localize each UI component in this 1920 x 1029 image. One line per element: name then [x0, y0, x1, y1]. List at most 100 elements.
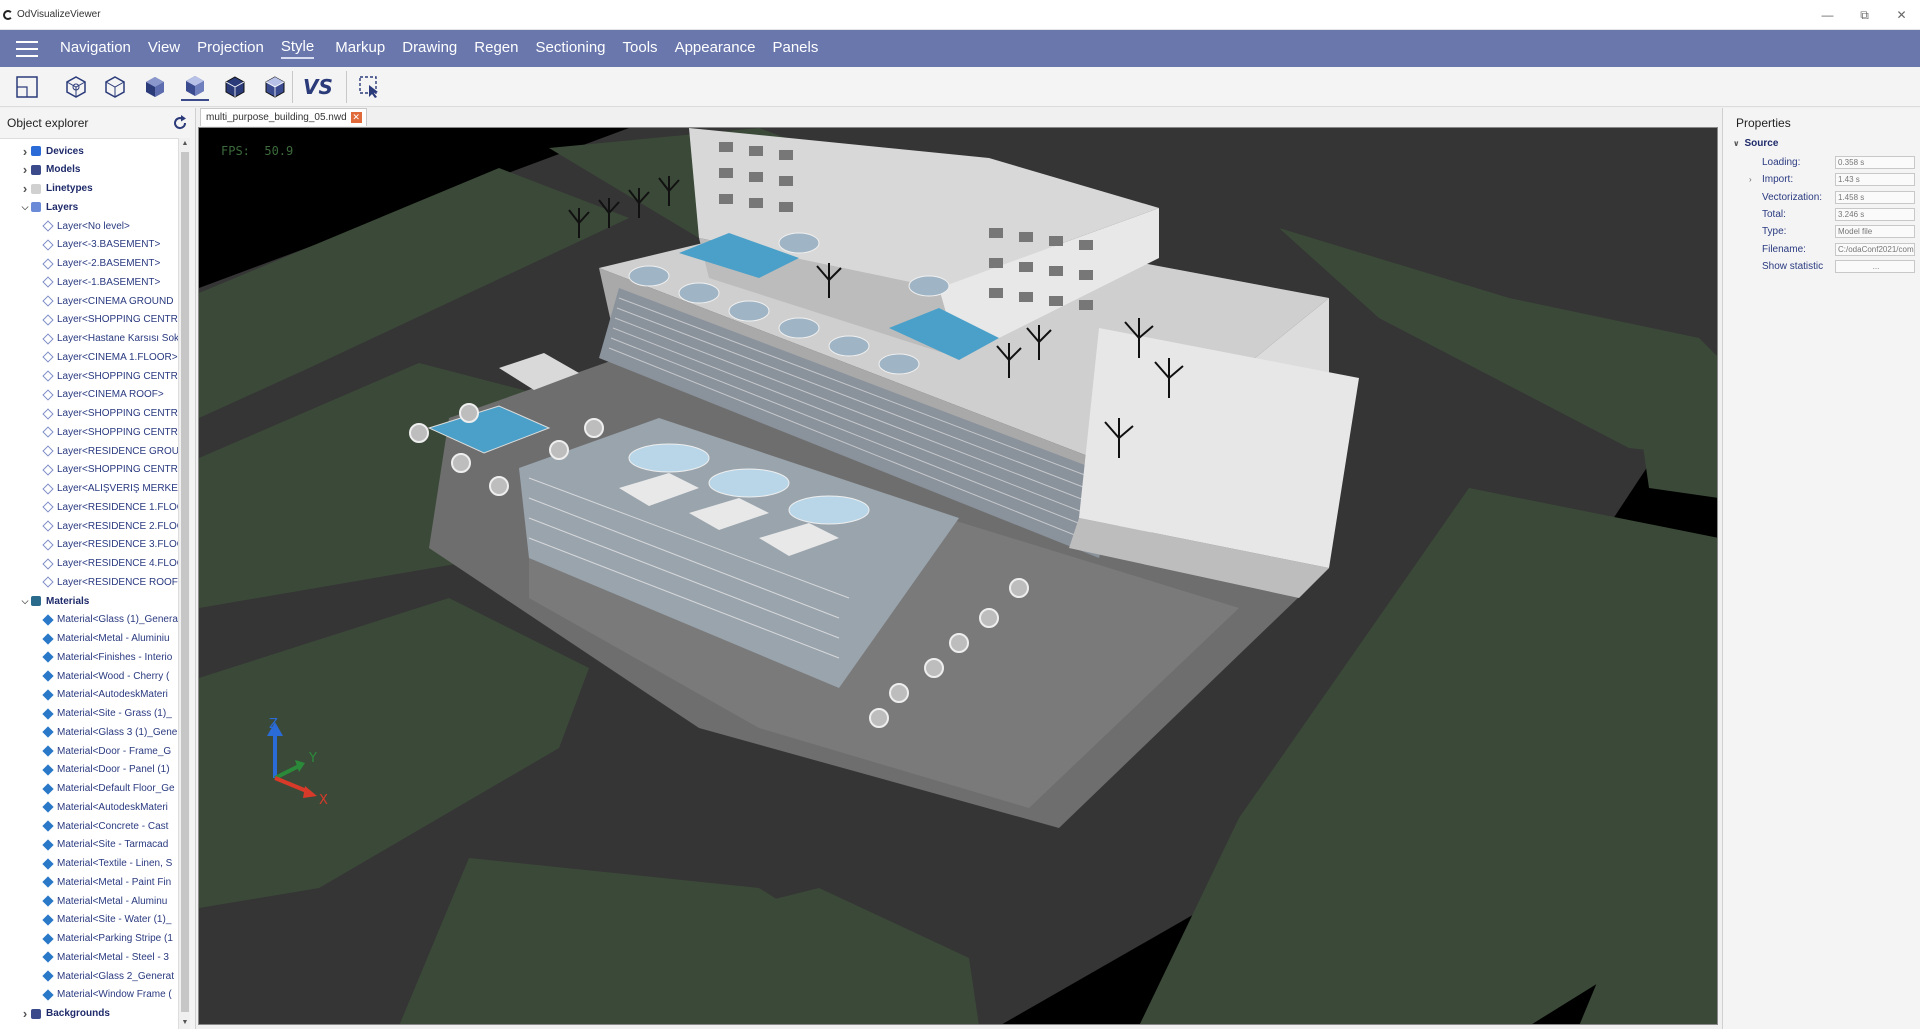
gouraud-with-edges-button[interactable]: [261, 73, 289, 101]
hidden-line-button[interactable]: [101, 73, 129, 101]
menu-view[interactable]: View: [148, 39, 180, 58]
material-item[interactable]: Material<Window Frame (: [42, 986, 172, 1004]
source-group[interactable]: ∨ Source: [1733, 138, 1778, 149]
tree-item-label: Material<Site - Grass (1)_: [57, 708, 172, 719]
layer-item[interactable]: Layer<ALIŞVERIŞ MERKEZI: [42, 480, 178, 498]
layer-item[interactable]: Layer<SHOPPING CENTRE: [42, 423, 178, 441]
tree-node-models[interactable]: › Models: [19, 161, 81, 179]
chevron-right-icon[interactable]: ›: [19, 144, 31, 159]
property-row[interactable]: Show statistic...: [1723, 258, 1920, 275]
3d-viewport[interactable]: FPS: 50.9 Z Y X: [198, 127, 1718, 1025]
material-item[interactable]: Material<Metal - Steel - 3: [42, 948, 169, 966]
chevron-right-icon[interactable]: ›: [1749, 175, 1752, 184]
document-tab[interactable]: multi_purpose_building_05.nwd ✕: [200, 108, 367, 126]
scroll-thumb[interactable]: [181, 152, 189, 1012]
tab-close-icon[interactable]: ✕: [350, 112, 362, 123]
layer-item[interactable]: Layer<SHOPPING CENTRE: [42, 461, 178, 479]
material-item[interactable]: Material<Metal - Paint Fin: [42, 873, 171, 891]
gouraud-shaded-button[interactable]: [181, 73, 209, 101]
chevron-down-icon[interactable]: ⌵: [19, 202, 31, 213]
layer-item[interactable]: Layer<CINEMA 1.FLOOR>: [42, 348, 178, 366]
layer-item[interactable]: Layer<RESIDENCE 3.FLOO: [42, 536, 178, 554]
menu-regen[interactable]: Regen: [474, 39, 518, 58]
tree-node-linetypes[interactable]: › Linetypes: [19, 180, 93, 198]
menu-style[interactable]: Style: [280, 38, 315, 59]
menu-drawing[interactable]: Drawing: [402, 39, 457, 58]
show-statistic-button[interactable]: ...: [1835, 259, 1915, 273]
property-row[interactable]: Loading: 0.358 s: [1723, 154, 1920, 171]
restore-icon[interactable]: ⧉: [1846, 0, 1883, 30]
material-item[interactable]: Material<Metal - Aluminu: [42, 892, 167, 910]
scroll-down-icon[interactable]: ▼: [179, 1017, 191, 1029]
layer-item[interactable]: Layer<RESIDENCE GROUN: [42, 442, 178, 460]
material-item[interactable]: Material<Door - Panel (1): [42, 761, 170, 779]
material-item[interactable]: Material<AutodeskMateri: [42, 686, 168, 704]
layer-item[interactable]: Layer<-3.BASEMENT>: [42, 236, 160, 254]
2d-wireframe-button[interactable]: [13, 73, 41, 101]
layer-item[interactable]: Layer<RESIDENCE 1.FLOO: [42, 498, 178, 516]
tree-node-materials[interactable]: ⌵ Materials: [19, 592, 90, 610]
chevron-down-icon[interactable]: ∨: [1733, 139, 1740, 148]
material-item[interactable]: Material<Finishes - Interio: [42, 648, 172, 666]
select-window-button[interactable]: [356, 73, 384, 101]
3d-wireframe-button[interactable]: [62, 73, 90, 101]
hidden-line-icon: [105, 76, 125, 98]
layer-item[interactable]: Layer<No level>: [42, 217, 130, 235]
flat-shaded-button[interactable]: [141, 73, 169, 101]
close-icon[interactable]: ✕: [1883, 0, 1920, 30]
material-item[interactable]: Material<Wood - Cherry (: [42, 667, 169, 685]
minimize-icon[interactable]: —: [1809, 0, 1846, 30]
tree-node-backgrounds[interactable]: › Backgrounds: [19, 1005, 110, 1023]
material-item[interactable]: Material<Glass (1)_Genera: [42, 611, 178, 629]
property-row[interactable]: Vectorization: 1.458 s: [1723, 189, 1920, 206]
material-item[interactable]: Material<Site - Grass (1)_: [42, 705, 172, 723]
menu-appearance[interactable]: Appearance: [675, 39, 756, 58]
scroll-up-icon[interactable]: ▲: [179, 138, 191, 150]
material-item[interactable]: Material<Parking Stripe (1: [42, 930, 173, 948]
material-item[interactable]: Material<Door - Frame_G: [42, 742, 171, 760]
layer-item[interactable]: Layer<CINEMA GROUND: [42, 292, 173, 310]
object-tree[interactable]: › Devices › Models › Linetypes ⌵ Layers Layer<No…: [0, 138, 178, 1029]
layer-item[interactable]: Layer<RESIDENCE 2.FLOO: [42, 517, 178, 535]
property-row[interactable]: Total: 3.246 s: [1723, 206, 1920, 223]
menu-tools[interactable]: Tools: [623, 39, 658, 58]
layer-item[interactable]: Layer<SHOPPING CENTRE: [42, 405, 178, 423]
chevron-right-icon[interactable]: ›: [19, 1006, 31, 1021]
layer-item[interactable]: Layer<-2.BASEMENT>: [42, 255, 160, 273]
material-item[interactable]: Material<Site - Water (1)_: [42, 911, 171, 929]
chevron-down-icon[interactable]: ⌵: [19, 596, 31, 607]
property-row[interactable]: Type: Model file: [1723, 223, 1920, 240]
layer-item[interactable]: Layer<Hastane Karsısı Sok: [42, 330, 178, 348]
material-item[interactable]: Material<Site - Tarmacad: [42, 836, 168, 854]
menu-panels[interactable]: Panels: [772, 39, 818, 58]
tree-scrollbar[interactable]: ▲ ▼: [178, 138, 190, 1029]
chevron-right-icon[interactable]: ›: [19, 162, 31, 177]
refresh-icon[interactable]: [171, 114, 189, 132]
layer-item[interactable]: Layer<RESIDENCE ROOF>: [42, 573, 178, 591]
material-item[interactable]: Material<Glass 3 (1)_Gene: [42, 723, 177, 741]
tree-node-devices[interactable]: › Devices: [19, 142, 84, 160]
layer-item[interactable]: Layer<SHOPPING CENTRE: [42, 311, 178, 329]
layer-item[interactable]: Layer<RESIDENCE 4.FLOO: [42, 555, 178, 573]
layer-item[interactable]: Layer<CINEMA ROOF>: [42, 386, 164, 404]
flat-with-edges-button[interactable]: [221, 73, 249, 101]
layer-item[interactable]: Layer<SHOPPING CENTRE: [42, 367, 178, 385]
menu-markup[interactable]: Markup: [335, 39, 385, 58]
hamburger-menu-icon[interactable]: [16, 40, 38, 57]
menu-projection[interactable]: Projection: [197, 39, 264, 58]
menu-sectioning[interactable]: Sectioning: [535, 39, 605, 58]
material-icon: [42, 932, 54, 945]
material-item[interactable]: Material<Default Floor_Ge: [42, 780, 175, 798]
material-item[interactable]: Material<Concrete - Cast: [42, 817, 168, 835]
menu-navigation[interactable]: Navigation: [60, 39, 131, 58]
material-item[interactable]: Material<Textile - Linen, S: [42, 855, 172, 873]
visual-styles-button[interactable]: VS: [302, 73, 334, 101]
material-item[interactable]: Material<Metal - Aluminiu: [42, 630, 170, 648]
chevron-right-icon[interactable]: ›: [19, 181, 31, 196]
layer-item[interactable]: Layer<-1.BASEMENT>: [42, 273, 160, 291]
tree-node-layers[interactable]: ⌵ Layers: [19, 198, 79, 216]
property-row[interactable]: Filename: C:/odaConf2021/com: [1723, 241, 1920, 258]
material-item[interactable]: Material<Glass 2_Generat: [42, 967, 174, 985]
property-row[interactable]: › Import: 1.43 s: [1723, 171, 1920, 188]
material-item[interactable]: Material<AutodeskMateri: [42, 798, 168, 816]
